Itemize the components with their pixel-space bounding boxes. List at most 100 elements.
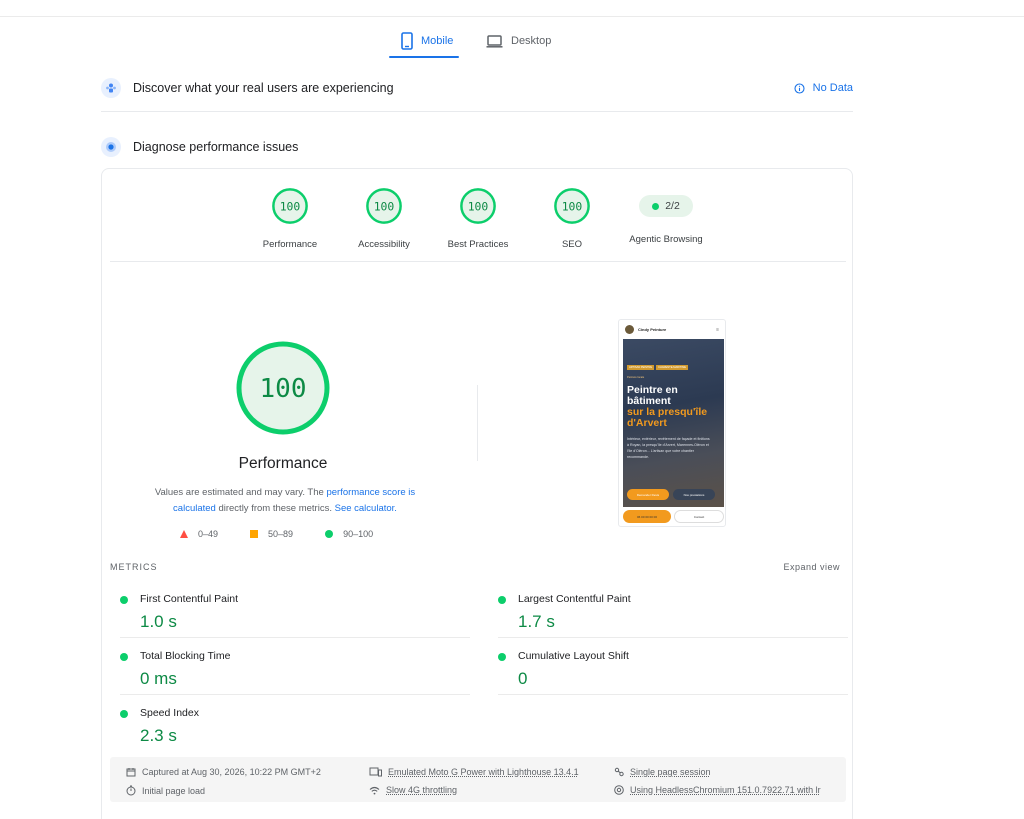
legend-average-label: 50–89 [268,529,294,539]
final-screenshot[interactable]: Cindy Peinture ≡ ARTISAN PEINTRE CHARENT… [618,319,726,527]
hero-tags: ARTISAN PEINTRE CHARENTE-MARITIME [627,365,688,370]
screenshot-hero: ARTISAN PEINTRE CHARENTE-MARITIME Peintu… [623,339,724,507]
metric-value: 1.7 s [518,612,555,631]
metric-divider [498,694,848,695]
pass-dot-icon [498,596,506,604]
pass-dot-icon [652,202,660,210]
metric-first-contentful-paint: First Contentful Paint 1.0 s [110,581,470,638]
legend-pass-label: 90–100 [343,529,374,539]
gauge-seo[interactable]: 100 SEO [522,187,622,250]
performance-title: Performance [238,455,328,472]
hero-tag: CHARENTE-MARITIME [656,365,688,370]
agentic-browsing-pill: 2/2 [639,195,693,217]
section-divider [101,111,853,112]
tab-mobile[interactable]: Mobile [401,24,453,58]
metric-speed-index: Speed Index 2.3 s [110,695,470,752]
gauge-agentic-browsing-label: Agentic Browsing [629,234,703,245]
legend-pass: 90–100 [325,529,373,539]
pass-dot-icon [120,653,128,661]
captured-at: Captured at Aug 30, 2026, 10:22 PM GMT+2 [126,767,321,777]
metric-value: 1.0 s [140,612,177,631]
gauge-best-practices-score: 100 [468,199,489,213]
gauge-seo-label: SEO [561,239,583,250]
metric-name: Speed Index [140,707,199,719]
agentic-browsing-score: 2/2 [665,200,680,212]
score-legend: 0–49 50–89 90–100 [180,529,373,539]
network-throttling-text: Slow 4G throttling [386,785,458,795]
brand-logo [625,325,634,334]
diagnose-header[interactable]: Diagnose performance issues [101,131,853,163]
gauge-accessibility-label: Accessibility [358,239,410,250]
emulated-device-text: Emulated Moto G Power with Lighthouse 13… [388,767,579,777]
pass-dot-icon [120,596,128,604]
tab-desktop[interactable]: Desktop [486,24,551,58]
brand-name: Cindy Peinture [638,327,667,332]
metric-value: 0 ms [140,669,177,688]
hero-body-text: Intérieur, extérieur, revêtement de faça… [627,437,710,459]
average-square-icon [250,530,259,538]
session-icon [614,767,624,777]
gauge-best-practices-label: Best Practices [447,239,509,250]
device-tabs: Mobile Desktop [0,24,1024,60]
metric-value: 2.3 s [140,726,177,745]
stopwatch-icon [126,785,136,796]
hero-headline: Peintre en bâtiment [627,384,678,407]
metric-cumulative-layout-shift: Cumulative Layout Shift 0 [488,638,848,695]
metric-name: Total Blocking Time [140,650,231,662]
chrome-icon [614,785,624,795]
note-text-1: Values are estimated and may vary. The [154,487,327,498]
legend-fail: 0–49 [180,529,218,539]
initial-page-load-text: Initial page load [142,785,206,796]
gauges-divider [110,261,846,262]
pass-dot-icon [120,710,128,718]
gauge-accessibility-score: 100 [374,199,395,213]
metric-name: Cumulative Layout Shift [518,650,629,662]
screenshot-header: Cindy Peinture ≡ [619,320,725,339]
page-session[interactable]: Single page session [614,767,711,777]
hero-cta-secondary: Nos prestations [673,489,715,500]
report-card: 100 Performance 100 Accessibility 100 Be… [101,168,853,819]
emulated-device[interactable]: Emulated Moto G Power with Lighthouse 13… [369,767,579,777]
gauge-best-practices[interactable]: 100 Best Practices [428,187,528,250]
run-info-panel: Captured at Aug 30, 2026, 10:22 PM GMT+2… [110,757,846,802]
no-data-indicator[interactable]: No Data [794,82,853,94]
gauge-performance[interactable]: 100 Performance [240,187,340,250]
calendar-icon [126,768,136,777]
top-divider [0,16,1024,17]
gauge-performance-label: Performance [262,239,318,250]
desktop-icon [486,34,503,48]
hero-headline-accent: sur la presqu'île d'Arvert [627,406,708,429]
network-throttling[interactable]: Slow 4G throttling [369,785,457,795]
expand-view-button[interactable]: Expand view [783,562,840,572]
metric-name: First Contentful Paint [140,593,239,605]
vertical-divider [477,385,478,461]
pass-dot-icon [498,653,506,661]
gauge-agentic-browsing[interactable]: 2/2 Agentic Browsing [616,187,716,245]
hero-tag: ARTISAN PEINTRE [627,365,655,370]
diagnose-title: Diagnose performance issues [133,140,299,154]
field-data-title: Discover what your real users are experi… [133,81,394,95]
performance-note: Values are estimated and may vary. The p… [140,485,430,517]
pass-circle-icon [325,530,334,538]
legend-fail-label: 0–49 [198,529,219,539]
gauge-accessibility[interactable]: 100 Accessibility [334,187,434,250]
users-icon [101,78,121,98]
browser-version[interactable]: Using HeadlessChromium 151.0.7922.71 wit… [614,785,821,795]
performance-big-gauge: 100 [236,341,330,435]
field-data-header[interactable]: Discover what your real users are experi… [101,72,853,104]
hamburger-menu-icon: ≡ [716,326,719,333]
metric-total-blocking-time: Total Blocking Time 0 ms [110,638,470,695]
captured-at-text: Captured at Aug 30, 2026, 10:22 PM GMT+2 [142,767,321,777]
footer-phone-button: 06 00 00 00 00 [623,510,671,523]
device-icon [369,767,382,777]
metrics-heading: METRICS [110,562,158,572]
tab-mobile-label: Mobile [421,35,454,47]
initial-page-load: Initial page load [126,785,205,796]
wifi-icon [369,786,380,794]
note-text-2: directly from these metrics. [215,503,335,514]
metric-value: 0 [518,669,528,688]
browser-version-text: Using HeadlessChromium 151.0.7922.71 wit… [630,785,821,795]
performance-big-score: 100 [260,374,307,404]
footer-contact-button: Contact [674,510,724,523]
see-calculator-link[interactable]: See calculator. [335,503,397,514]
